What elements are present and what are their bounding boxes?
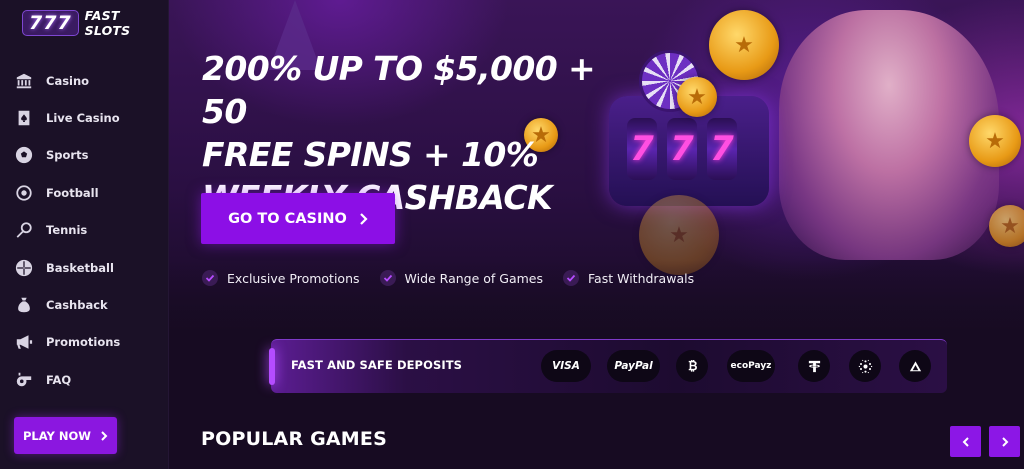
sidebar-item-live-casino[interactable]: Live Casino bbox=[0, 99, 168, 136]
tron-icon bbox=[899, 350, 931, 382]
zeus-character-image bbox=[779, 10, 999, 260]
sidebar-item-label: Casino bbox=[46, 73, 90, 88]
feature-item: Fast Withdrawals bbox=[563, 270, 694, 286]
sidebar-item-football[interactable]: Football bbox=[0, 174, 168, 211]
paypal-icon: PayPal bbox=[607, 350, 660, 382]
feature-list: Exclusive Promotions Wide Range of Games… bbox=[202, 270, 694, 286]
whistle-icon bbox=[14, 370, 34, 390]
payment-label: PayPal bbox=[614, 360, 653, 372]
main-content: 7 7 7 200% UP TO $5,000 + 50 FREE SPINS … bbox=[169, 0, 1024, 469]
sidebar-item-label: Sports bbox=[46, 148, 89, 163]
check-icon bbox=[202, 270, 218, 286]
sidebar-item-basketball[interactable]: Basketball bbox=[0, 249, 168, 286]
sidebar-item-label: Football bbox=[46, 185, 99, 200]
football-icon bbox=[14, 183, 34, 203]
sidebar-item-faq[interactable]: FAQ bbox=[0, 361, 168, 398]
payment-label: ecoPayz bbox=[730, 361, 772, 371]
cardano-icon bbox=[849, 350, 881, 382]
visa-icon: VISA bbox=[541, 350, 591, 382]
sidebar-item-label: Live Casino bbox=[46, 111, 120, 126]
sidebar-item-label: Tennis bbox=[46, 223, 88, 238]
sidebar-item-tennis[interactable]: Tennis bbox=[0, 212, 168, 249]
tennis-racket-icon bbox=[14, 220, 34, 240]
feature-label: Fast Withdrawals bbox=[588, 270, 695, 286]
sidebar: 777 FAST SLOTS Casino Live Casino Sports bbox=[0, 0, 169, 469]
slot-reel: 7 bbox=[707, 118, 737, 180]
basketball-icon bbox=[14, 258, 34, 278]
chevron-left-icon bbox=[962, 436, 969, 447]
gold-coin-image bbox=[677, 77, 717, 117]
payment-label: VISA bbox=[552, 360, 580, 372]
sidebar-item-promotions[interactable]: Promotions bbox=[0, 324, 168, 361]
feature-item: Wide Range of Games bbox=[379, 270, 544, 286]
payment-methods-bar: FAST AND SAFE DEPOSITS VISA PayPal ecoPa… bbox=[269, 339, 947, 393]
casino-building-icon bbox=[14, 71, 34, 91]
popular-games-title: POPULAR GAMES bbox=[201, 428, 387, 450]
chevron-right-icon bbox=[101, 430, 108, 441]
feature-label: Exclusive Promotions bbox=[227, 270, 360, 286]
sidebar-item-label: Basketball bbox=[46, 260, 114, 275]
soccer-ball-icon bbox=[14, 145, 34, 165]
sidebar-item-sports[interactable]: Sports bbox=[0, 137, 168, 174]
play-now-button[interactable]: PLAY NOW bbox=[14, 417, 117, 454]
go-to-casino-button[interactable]: GO TO CASINO bbox=[201, 193, 395, 244]
sidebar-item-label: Cashback bbox=[46, 298, 108, 313]
chevron-right-icon bbox=[1001, 436, 1008, 447]
play-now-label: PLAY NOW bbox=[23, 428, 91, 443]
sidebar-item-label: FAQ bbox=[46, 372, 72, 387]
carousel-next-button[interactable] bbox=[989, 426, 1020, 457]
gold-coin-image bbox=[969, 115, 1021, 167]
gold-coin-image bbox=[989, 205, 1024, 247]
sidebar-nav: Casino Live Casino Sports Football Tenni… bbox=[0, 62, 168, 399]
gold-coin-image bbox=[709, 10, 779, 80]
feature-label: Wide Range of Games bbox=[404, 270, 544, 286]
brand-logo[interactable]: 777 FAST SLOTS bbox=[22, 8, 168, 38]
slot-reel: 7 bbox=[667, 118, 697, 180]
tether-icon bbox=[798, 350, 830, 382]
hero-headline-line: FREE SPINS + 10% bbox=[202, 135, 539, 174]
chevron-right-icon bbox=[360, 212, 368, 225]
logo-text: FAST SLOTS bbox=[84, 8, 131, 38]
slot-reel: 7 bbox=[627, 118, 657, 180]
check-icon bbox=[563, 270, 580, 286]
sidebar-item-casino[interactable]: Casino bbox=[0, 62, 168, 99]
megaphone-icon bbox=[14, 332, 34, 352]
sidebar-item-label: Promotions bbox=[46, 335, 121, 350]
money-bag-icon bbox=[14, 295, 34, 315]
hero-headline-line: 200% UP TO $5,000 + 50 bbox=[202, 49, 596, 131]
carousel-prev-button[interactable] bbox=[950, 426, 981, 457]
check-icon bbox=[379, 270, 396, 286]
sidebar-item-cashback[interactable]: Cashback bbox=[0, 286, 168, 323]
bitcoin-icon bbox=[676, 350, 708, 382]
feature-item: Exclusive Promotions bbox=[202, 270, 360, 286]
card-spade-icon bbox=[14, 108, 34, 128]
deposits-title: FAST AND SAFE DEPOSITS bbox=[291, 358, 463, 372]
go-to-casino-label: GO TO CASINO bbox=[228, 210, 347, 227]
logo-777-badge: 777 bbox=[22, 10, 79, 36]
ecopayz-icon: ecoPayz bbox=[727, 350, 775, 382]
